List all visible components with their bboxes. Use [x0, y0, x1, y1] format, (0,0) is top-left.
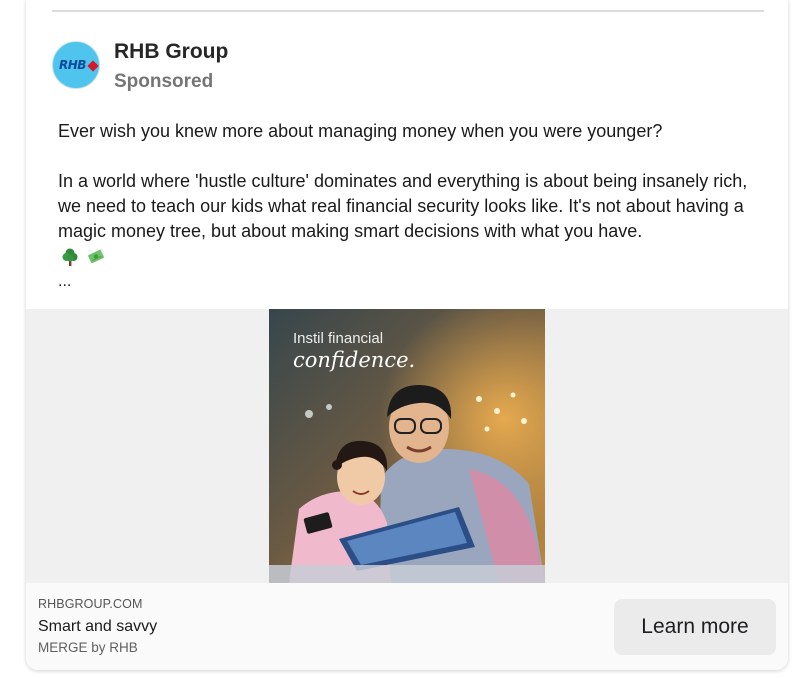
avatar[interactable]: RHB — [52, 41, 100, 89]
ad-image-headline-line-1: Instil financial — [293, 330, 383, 347]
logo-diamond-icon — [87, 60, 99, 72]
link-domain: RHBGROUP.COM — [38, 597, 143, 611]
ad-photo: Instil financial confidence. — [269, 309, 545, 583]
sponsored-label: Sponsored — [114, 71, 214, 92]
link-description: MERGE by RHB — [38, 640, 138, 655]
link-headline: Smart and savvy — [38, 618, 158, 635]
see-more-link[interactable]: ... — [58, 273, 71, 291]
ad-image[interactable]: Instil financial confidence. — [269, 309, 545, 583]
ad-image-headline-line-2: confidence. — [293, 348, 415, 372]
learn-more-button[interactable]: Learn more — [614, 599, 776, 655]
link-preview-footer[interactable]: RHBGROUP.COM Smart and savvy MERGE by RH… — [26, 583, 788, 670]
page-name[interactable]: RHB Group — [114, 40, 228, 64]
post-body-paragraph: In a world where 'hustle culture' domina… — [58, 171, 748, 241]
post-body-paragraph: Ever wish you knew more about managing m… — [58, 121, 663, 141]
media-area: Instil financial confidence. — [26, 309, 788, 583]
divider — [52, 10, 764, 12]
sponsored-post-card: RHB RHB Group Sponsored Ever wish you kn… — [26, 0, 788, 670]
tree-icon — [62, 248, 78, 266]
post-body: Ever wish you knew more about managing m… — [58, 119, 762, 244]
money-with-wings-icon — [88, 248, 104, 264]
avatar-logo-text: RHB — [59, 58, 86, 72]
